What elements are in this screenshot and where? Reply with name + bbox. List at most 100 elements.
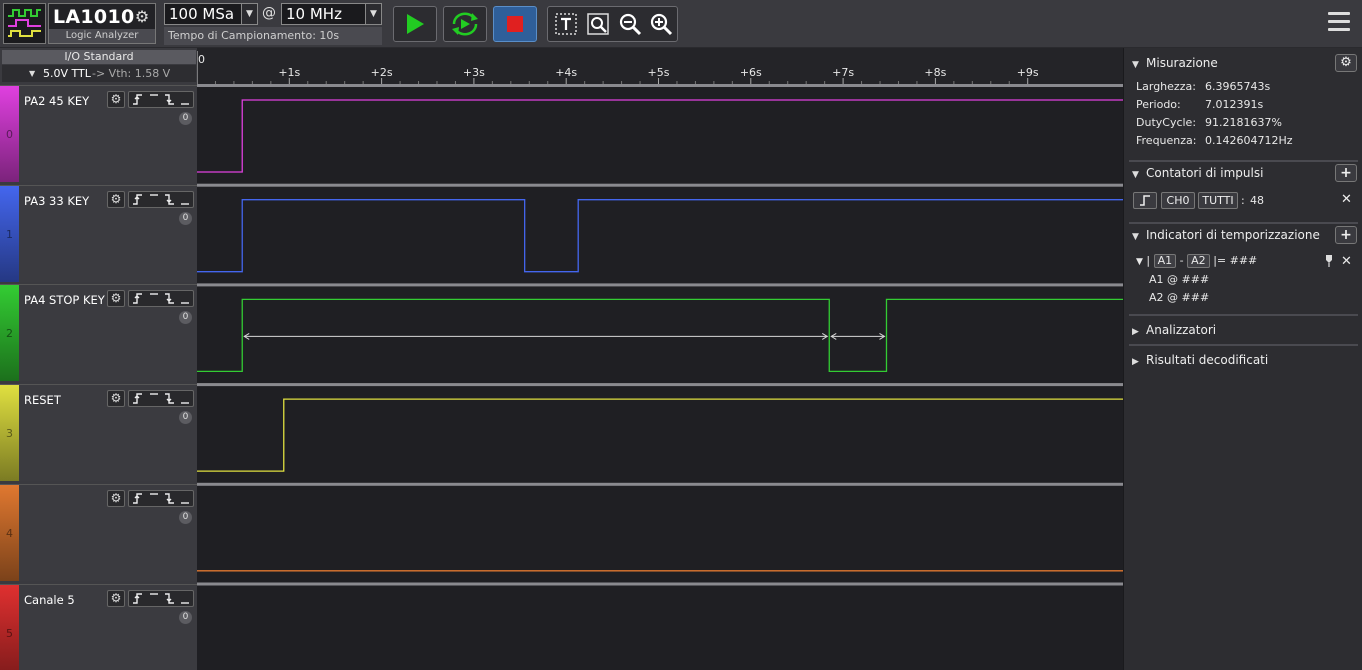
channel-name[interactable]: PA3 33 KEY (24, 194, 89, 208)
ruler-tick-label: +9s (1017, 66, 1039, 79)
ruler-tick-label: +8s (924, 66, 946, 79)
side-panel: ▼ Misurazione ⚙ Larghezza: 6.3965743s Perio… (1123, 48, 1362, 670)
trigger-edge-buttons[interactable] (128, 290, 194, 307)
channel-row[interactable]: 2 PA4 STOP KEY ⚙ 0 (0, 284, 197, 381)
channel-controls: ⚙ (107, 91, 194, 108)
triangle-down-icon: ▼ (1132, 170, 1139, 180)
channel-panel: I/O Standard ▼ 5.0V TTL -> Vth: 1.58 V 0… (0, 48, 197, 670)
zoom-fit-icon[interactable] (586, 12, 610, 36)
lane-separator (197, 283, 1123, 287)
chevron-down-icon: ▼ (365, 4, 381, 24)
channel-row[interactable]: 3 RESET ⚙ 0 (0, 384, 197, 481)
channel-row[interactable]: 0 PA2 45 KEY ⚙ 0 (0, 85, 197, 182)
channel-count-badge: 0 (179, 112, 192, 125)
measure-section-header[interactable]: ▼ Misurazione (1132, 56, 1218, 70)
channel-controls: ⚙ (107, 490, 194, 507)
marker-pair-row[interactable]: ▼ | A1 - A2 |= ### (1136, 254, 1257, 268)
measure-label: Larghezza: (1136, 80, 1196, 93)
marker-result: |= ### (1213, 254, 1258, 267)
remove-marker-close-icon[interactable]: ✕ (1341, 254, 1352, 269)
lane-separator (197, 183, 1123, 187)
ruler-tick-label: +6s (740, 66, 762, 79)
io-standard-selector[interactable]: ▼ 5.0V TTL -> Vth: 1.58 V (2, 65, 196, 82)
signal-trace (197, 99, 1123, 173)
stop-button[interactable] (493, 6, 537, 42)
waveform-logo-icon (8, 9, 41, 37)
triangle-down-icon: ▼ (1132, 60, 1139, 70)
marker-a1-position: A1 @ ### (1149, 273, 1210, 286)
repeat-start-button[interactable] (443, 6, 487, 42)
trigger-edge-buttons[interactable] (128, 490, 194, 507)
pulse-counters-header[interactable]: ▼ Contatori di impulsi (1132, 166, 1263, 180)
pulse-edge-button[interactable] (1133, 192, 1157, 209)
start-button[interactable] (393, 6, 437, 42)
channel-name[interactable]: RESET (24, 393, 61, 407)
trigger-edge-buttons[interactable] (128, 91, 194, 108)
channel-row[interactable]: 5 Canale 5 ⚙ 0 (0, 584, 197, 670)
marker-a1-chip[interactable]: A1 (1153, 254, 1177, 268)
measure-label: Periodo: (1136, 98, 1181, 111)
sample-rate-select[interactable]: 100 MSa ▼ (164, 3, 258, 25)
channel-row[interactable]: 4 ⚙ 0 (0, 484, 197, 581)
ruler-tick-label: +1s (278, 66, 300, 79)
trigger-edge-buttons[interactable] (128, 191, 194, 208)
channel-row[interactable]: 1 PA3 33 KEY ⚙ 0 (0, 185, 197, 282)
channel-settings-gear-icon[interactable]: ⚙ (107, 490, 125, 507)
signal-trace (197, 298, 1123, 373)
device-settings-gear-icon[interactable]: ⚙ (132, 8, 152, 26)
triangle-down-icon: ▼ (1132, 232, 1139, 242)
ruler-tick-label: +4s (555, 66, 577, 79)
channel-settings-gear-icon[interactable]: ⚙ (107, 590, 125, 607)
divider (1129, 160, 1358, 162)
ruler-tick-label: +7s (832, 66, 854, 79)
trigger-edge-buttons[interactable] (128, 390, 194, 407)
chevron-down-icon: ▼ (241, 4, 257, 24)
toolbar: LA1010 ⚙ Logic Analyzer 100 MSa ▼ @ 10 M… (0, 0, 1362, 48)
channel-controls: ⚙ (107, 590, 194, 607)
io-vth: -> Vth: 1.58 V (92, 67, 171, 80)
pulse-channel-select[interactable]: CH0 (1161, 192, 1195, 209)
lane-separator (197, 582, 1123, 586)
zoom-in-icon[interactable] (649, 12, 673, 36)
trigger-edge-icon (133, 493, 189, 504)
channel-name[interactable]: PA4 STOP KEY (24, 293, 105, 307)
marker-a2-chip[interactable]: A2 (1187, 254, 1210, 268)
timing-markers-header[interactable]: ▼ Indicatori di temporizzazione (1132, 228, 1320, 242)
remove-counter-close-icon[interactable]: ✕ (1341, 192, 1352, 207)
pulse-count-value: 48 (1250, 194, 1264, 207)
timing-markers-title: Indicatori di temporizzazione (1146, 228, 1320, 242)
at-label: @ (262, 5, 276, 21)
channel-count-badge: 0 (179, 212, 192, 225)
analyzers-header[interactable]: ▶ Analizzatori (1132, 323, 1216, 337)
channel-count-badge: 0 (179, 511, 192, 524)
channel-settings-gear-icon[interactable]: ⚙ (107, 91, 125, 108)
text-select-icon[interactable] (554, 12, 578, 36)
trigger-edge-icon (133, 94, 189, 105)
pin-icon[interactable] (1324, 254, 1334, 267)
hamburger-menu-icon[interactable] (1328, 12, 1350, 34)
frequency-select[interactable]: 10 MHz ▼ (281, 3, 382, 25)
add-timing-marker-button[interactable]: + (1335, 226, 1357, 244)
waveform-area[interactable]: 0 +1s +2s +3s +4s +5s +6s +7s +8s +9s (197, 48, 1123, 670)
channel-count-badge: 0 (179, 611, 192, 624)
channel-settings-gear-icon[interactable]: ⚙ (107, 290, 125, 307)
zoom-out-icon[interactable] (618, 12, 642, 36)
decoded-title: Risultati decodificati (1146, 353, 1269, 367)
loop-play-icon (452, 12, 478, 36)
channel-controls: ⚙ (107, 390, 194, 407)
channel-settings-gear-icon[interactable]: ⚙ (107, 390, 125, 407)
trigger-edge-buttons[interactable] (128, 590, 194, 607)
ruler-tick-label: +2s (371, 66, 393, 79)
lane-separator (197, 383, 1123, 387)
play-icon (407, 14, 424, 34)
add-pulse-counter-button[interactable]: + (1335, 164, 1357, 182)
channel-settings-gear-icon[interactable]: ⚙ (107, 191, 125, 208)
trigger-edge-icon (133, 293, 189, 304)
channel-name[interactable]: Canale 5 (24, 593, 75, 607)
measure-settings-gear-icon[interactable]: ⚙ (1335, 54, 1357, 72)
pulse-mode-select[interactable]: TUTTI (1198, 192, 1238, 209)
channel-name[interactable]: PA2 45 KEY (24, 94, 89, 108)
decoded-results-header[interactable]: ▶ Risultati decodificati (1132, 353, 1268, 367)
waveform-canvas[interactable]: 0 +1s +2s +3s +4s +5s +6s +7s +8s +9s (197, 48, 1123, 670)
lane-separator (197, 84, 1123, 87)
